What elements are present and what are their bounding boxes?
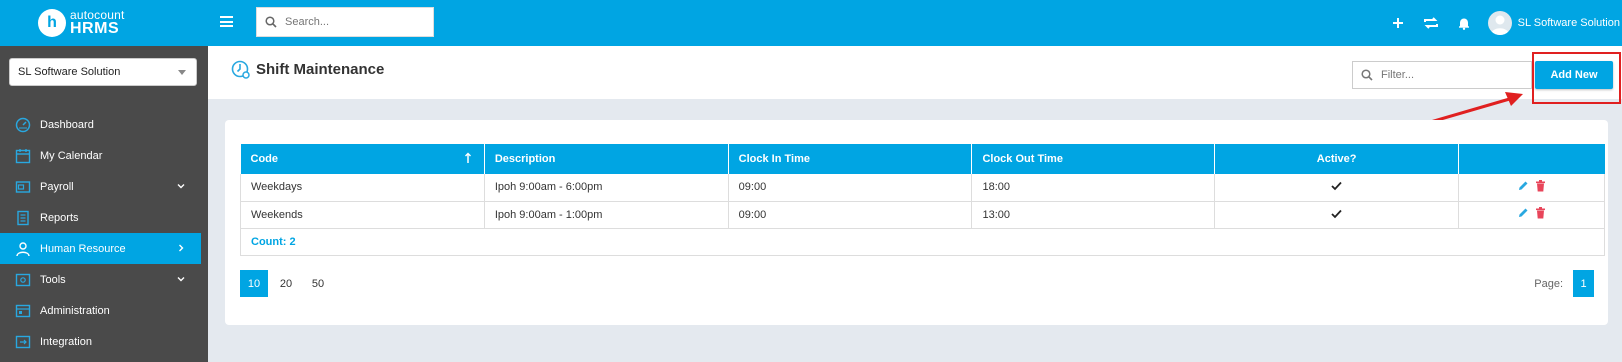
- cell-clock-out: 18:00: [971, 174, 1216, 202]
- content-card: Code Description Clock In Time Clock Out…: [225, 120, 1608, 325]
- sidebar-item-dashboard[interactable]: Dashboard: [0, 109, 208, 140]
- sidebar-item-label: Reports: [40, 211, 79, 224]
- filter-box[interactable]: [1352, 61, 1532, 89]
- menu-toggle-icon[interactable]: [220, 16, 233, 27]
- sidebar-item-human-resource[interactable]: Human Resource: [0, 233, 201, 264]
- sidebar-item-payroll[interactable]: Payroll: [0, 171, 208, 202]
- company-select-value: SL Software Solution: [18, 66, 121, 78]
- add-new-button[interactable]: Add New: [1535, 61, 1613, 89]
- page-size-50[interactable]: 50: [304, 270, 332, 297]
- column-header-description[interactable]: Description: [484, 144, 729, 174]
- avatar[interactable]: [1487, 11, 1512, 35]
- page-size-selector: 10 20 50: [240, 270, 336, 297]
- search-icon: [265, 16, 277, 28]
- page-title: Shift Maintenance: [256, 61, 385, 78]
- top-bar: SL Software Solution: [208, 0, 1622, 46]
- sidebar-item-integration[interactable]: Integration: [0, 326, 208, 357]
- cell-code: Weekdays: [240, 174, 485, 202]
- edit-pencil-icon[interactable]: [1517, 180, 1529, 192]
- search-icon: [1361, 69, 1373, 81]
- table-row[interactable]: Weekdays Ipoh 9:00am - 6:00pm 09:00 18:0…: [240, 174, 1605, 202]
- sidebar-nav: Dashboard My Calendar Payroll Reports Hu…: [0, 109, 208, 357]
- sidebar-item-label: Administration: [40, 304, 110, 317]
- sidebar-item-label: Human Resource: [40, 242, 126, 255]
- gauge-icon: [14, 117, 32, 133]
- plus-icon[interactable]: [1392, 17, 1404, 29]
- admin-icon: [14, 303, 32, 319]
- page-button-1[interactable]: 1: [1573, 270, 1594, 297]
- shift-table: Code Description Clock In Time Clock Out…: [240, 144, 1605, 256]
- caret-down-icon: [178, 70, 186, 75]
- bell-icon[interactable]: [1458, 17, 1470, 30]
- company-select[interactable]: SL Software Solution: [9, 58, 197, 86]
- search-input[interactable]: [285, 16, 425, 28]
- calendar-icon: [14, 148, 32, 164]
- sidebar-item-my-calendar[interactable]: My Calendar: [0, 140, 208, 171]
- app-logo[interactable]: h autocount HRMS: [0, 0, 208, 46]
- cell-actions: [1458, 174, 1605, 202]
- cell-clock-in: 09:00: [728, 174, 973, 202]
- tools-icon: [14, 272, 32, 288]
- page-size-20[interactable]: 20: [272, 270, 300, 297]
- sidebar-item-label: Tools: [40, 273, 66, 286]
- page-size-10[interactable]: 10: [240, 270, 268, 297]
- check-icon: [1331, 208, 1343, 220]
- topbar-actions: SL Software Solution: [1392, 0, 1622, 46]
- cell-code: Weekends: [240, 201, 485, 229]
- sidebar-item-tools[interactable]: Tools: [0, 264, 208, 295]
- person-icon: [14, 241, 32, 257]
- cell-actions: [1458, 201, 1605, 229]
- chevron-right-icon: [179, 244, 184, 252]
- report-icon: [14, 210, 32, 226]
- sort-ascending-icon[interactable]: [464, 152, 472, 164]
- logo-mark: h: [38, 9, 66, 37]
- edit-pencil-icon[interactable]: [1517, 207, 1529, 219]
- sidebar-item-administration[interactable]: Administration: [0, 295, 208, 326]
- sidebar-item-label: Payroll: [40, 180, 74, 193]
- cell-active: [1214, 201, 1460, 229]
- column-header-code[interactable]: Code: [240, 144, 485, 174]
- cell-clock-out: 13:00: [971, 201, 1216, 229]
- delete-trash-icon[interactable]: [1535, 207, 1546, 219]
- filter-input[interactable]: [1381, 69, 1531, 81]
- clock-gear-icon: [231, 60, 250, 79]
- count-row: Count: 2: [240, 228, 1605, 256]
- check-icon: [1331, 180, 1343, 192]
- cell-description: Ipoh 9:00am - 6:00pm: [484, 174, 729, 202]
- column-header-active[interactable]: Active?: [1214, 144, 1460, 174]
- column-header-clock-out[interactable]: Clock Out Time: [971, 144, 1216, 174]
- global-search[interactable]: [256, 7, 434, 37]
- table-row[interactable]: Weekends Ipoh 9:00am - 1:00pm 09:00 13:0…: [240, 201, 1605, 229]
- integration-icon: [14, 334, 32, 350]
- page-header: Shift Maintenance Add New: [208, 46, 1622, 99]
- payroll-icon: [14, 179, 32, 195]
- sidebar-item-label: Integration: [40, 335, 92, 348]
- column-header-clock-in[interactable]: Clock In Time: [728, 144, 973, 174]
- page-label: Page:: [1534, 277, 1563, 290]
- cell-active: [1214, 174, 1460, 202]
- logo-hrms-text: HRMS: [70, 20, 120, 37]
- column-header-actions: [1458, 144, 1605, 174]
- refresh-icon[interactable]: [1422, 15, 1440, 31]
- cell-clock-in: 09:00: [728, 201, 973, 229]
- row-count: Count: 2: [251, 235, 296, 248]
- cell-description: Ipoh 9:00am - 1:00pm: [484, 201, 729, 229]
- sidebar-item-label: My Calendar: [40, 149, 103, 162]
- sidebar-item-label: Dashboard: [40, 118, 94, 131]
- pagination: Page: 1: [1534, 270, 1594, 297]
- sidebar-item-reports[interactable]: Reports: [0, 202, 208, 233]
- delete-trash-icon[interactable]: [1535, 179, 1546, 192]
- chevron-down-icon: [177, 277, 185, 282]
- sidebar: h autocount HRMS SL Software Solution Da…: [0, 0, 208, 362]
- user-name[interactable]: SL Software Solution: [1518, 17, 1620, 29]
- chevron-down-icon: [177, 184, 185, 189]
